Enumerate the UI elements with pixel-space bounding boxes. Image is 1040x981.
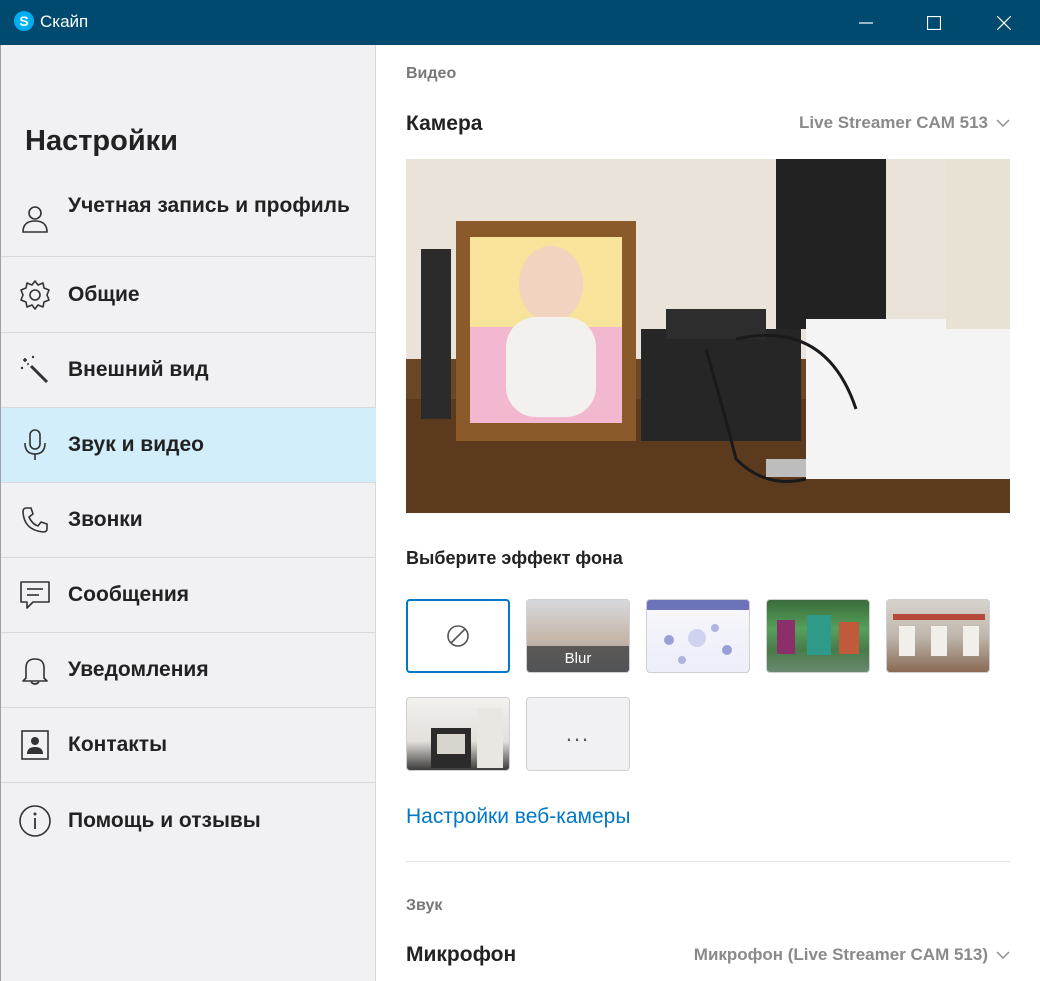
video-section-label: Видео — [406, 65, 457, 82]
sidebar-item-help[interactable]: Помощь и отзывы — [1, 783, 376, 858]
sidebar-item-contacts[interactable]: Контакты — [1, 708, 376, 783]
settings-sidebar: Настройки Учетная запись и профиль Общие… — [0, 45, 376, 981]
magic-wand-icon — [17, 352, 53, 388]
window-title: Скайп — [40, 12, 89, 31]
close-button[interactable] — [970, 0, 1038, 45]
effect-blur-button[interactable]: Blur — [526, 599, 630, 673]
minimize-icon — [859, 21, 873, 24]
webcam-settings-link[interactable]: Настройки веб-камеры — [406, 805, 630, 829]
effect-image-2-button[interactable] — [766, 599, 870, 673]
camera-select[interactable]: Live Streamer CAM 513 — [799, 113, 1010, 133]
camera-preview — [406, 159, 1010, 513]
message-icon — [17, 577, 53, 613]
sidebar-item-label: Звонки — [68, 508, 143, 531]
minimize-button[interactable] — [832, 0, 900, 45]
settings-content: Видео Камера Live Streamer CAM 513 Выбер… — [376, 45, 1040, 981]
gear-icon — [17, 277, 53, 313]
effect-image-4-thumbnail — [431, 708, 503, 768]
sidebar-item-label: Звук и видео — [68, 433, 204, 456]
audio-section-label: Звук — [406, 897, 443, 914]
camera-label: Камера — [406, 112, 483, 135]
effect-image-1-thumbnail — [664, 624, 732, 664]
blur-caption: Blur — [527, 646, 629, 672]
chevron-down-icon — [996, 951, 1010, 959]
effect-image-3-button[interactable] — [886, 599, 990, 673]
maximize-icon — [927, 15, 941, 30]
effect-image-2-thumbnail — [777, 615, 859, 655]
info-icon — [17, 803, 53, 839]
microphone-icon — [17, 427, 53, 463]
background-effect-label: Выберите эффект фона — [406, 548, 623, 568]
microphone-select[interactable]: Микрофон (Live Streamer CAM 513) — [694, 945, 1010, 965]
effect-image-1-button[interactable] — [646, 599, 750, 673]
sidebar-item-appearance[interactable]: Внешний вид — [1, 333, 376, 408]
microphone-select-value: Микрофон (Live Streamer CAM 513) — [693, 945, 988, 964]
settings-title: Настройки — [25, 125, 179, 157]
sidebar-item-label: Помощь и отзывы — [68, 808, 261, 832]
person-icon — [17, 201, 53, 237]
more-effects-button[interactable]: ... — [526, 697, 630, 771]
bell-icon — [17, 652, 53, 688]
sidebar-item-label: Внешний вид — [68, 358, 209, 381]
camera-feed-image — [406, 159, 1010, 513]
sidebar-item-label: Общие — [68, 283, 140, 306]
no-effect-icon — [447, 625, 469, 647]
effect-image-3-thumbnail — [893, 614, 985, 656]
chevron-down-icon — [996, 119, 1010, 127]
maximize-button[interactable] — [900, 0, 968, 45]
sidebar-item-label: Контакты — [68, 733, 168, 756]
phone-icon — [17, 502, 53, 538]
section-divider — [406, 861, 1010, 862]
microphone-label: Микрофон — [406, 943, 517, 966]
sidebar-item-notifications[interactable]: Уведомления — [1, 633, 376, 708]
sidebar-item-audio-video[interactable]: Звук и видео — [1, 408, 376, 483]
sidebar-item-label: Учетная запись и профиль — [68, 194, 350, 217]
sidebar-item-label: Сообщения — [68, 583, 190, 606]
sidebar-item-messages[interactable]: Сообщения — [1, 558, 376, 633]
skype-logo-icon: S — [14, 11, 34, 31]
camera-select-value: Live Streamer CAM 513 — [799, 113, 988, 132]
effect-none-button[interactable] — [406, 599, 510, 673]
effect-image-4-button[interactable] — [406, 697, 510, 771]
sidebar-item-calls[interactable]: Звонки — [1, 483, 376, 558]
contact-card-icon — [17, 727, 53, 763]
sidebar-item-general[interactable]: Общие — [1, 258, 376, 333]
sidebar-item-label: Уведомления — [68, 658, 209, 681]
sidebar-item-account[interactable]: Учетная запись и профиль — [1, 182, 376, 257]
title-bar: S Скайп — [0, 0, 1040, 45]
close-icon — [997, 15, 1011, 30]
